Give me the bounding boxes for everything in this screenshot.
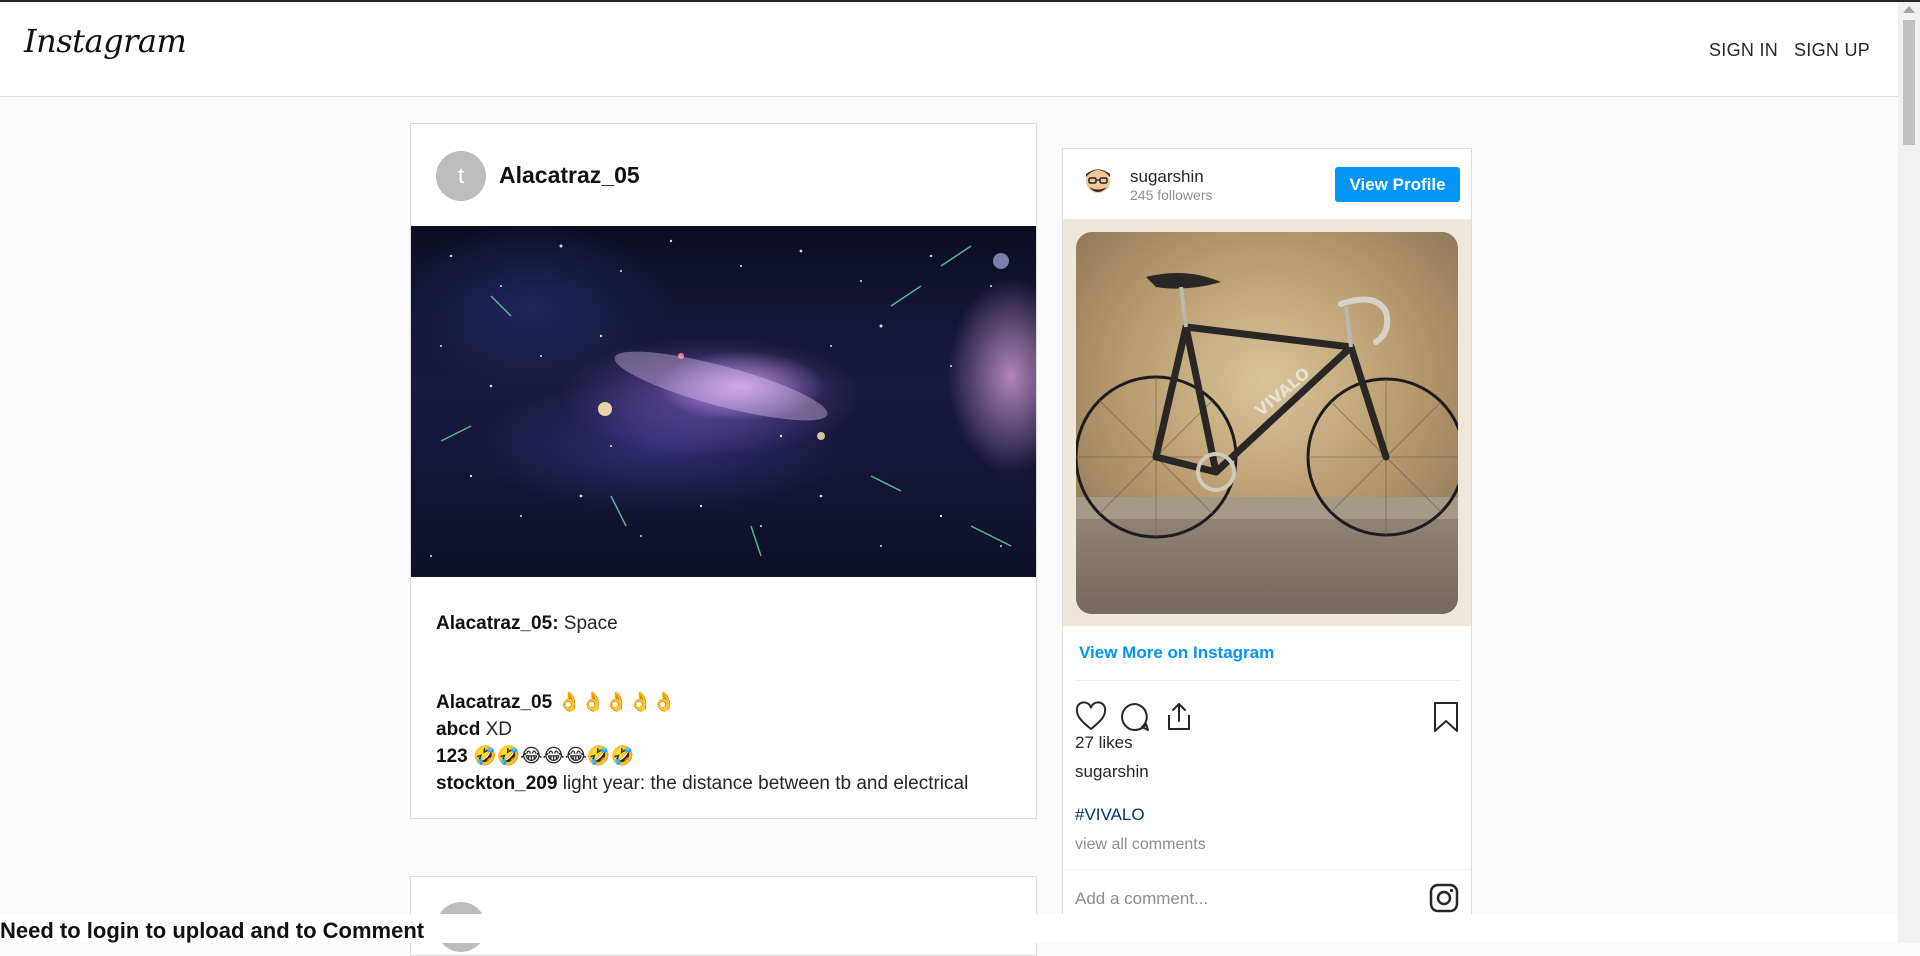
embed-divider [1075, 680, 1461, 681]
bookmark-icon[interactable] [1431, 701, 1461, 733]
login-required-message: Need to login to upload and to Comment [0, 918, 425, 943]
add-comment-input[interactable]: Add a comment... [1075, 889, 1208, 909]
comment-item: Alacatraz_05 👌👌👌👌👌 [436, 689, 968, 716]
instagram-embed-card: sugarshin 245 followers View Profile VIV… [1062, 148, 1472, 918]
sign-up-link[interactable]: SIGN UP [1794, 40, 1870, 61]
post-card: t Alacatraz_05 Alacatraz_05: Space Alaca… [410, 123, 1037, 819]
top-header: Instagram SIGN IN SIGN UP [0, 2, 1898, 97]
comment-username[interactable]: stockton_209 [436, 773, 557, 794]
view-profile-button[interactable]: View Profile [1335, 167, 1460, 202]
comment-icon[interactable] [1119, 701, 1151, 733]
comment-text: 👌👌👌👌👌 [552, 692, 676, 713]
post-caption: Alacatraz_05: Space [436, 613, 618, 635]
share-icon[interactable] [1163, 701, 1195, 733]
embed-divider-bottom [1063, 869, 1471, 870]
comment-username[interactable]: 123 [436, 746, 468, 767]
instagram-logo[interactable]: Instagram [24, 22, 187, 60]
hashtag-link[interactable]: #VIVALO [1075, 805, 1145, 825]
scrollbar-thumb[interactable] [1903, 20, 1915, 145]
sign-in-link[interactable]: SIGN IN [1709, 40, 1778, 61]
embed-photo[interactable]: VIVALO [1076, 232, 1458, 614]
embed-username[interactable]: sugarshin [1130, 167, 1204, 187]
likes-count[interactable]: 27 likes [1075, 733, 1133, 753]
scroll-up-arrow-icon[interactable] [1903, 6, 1915, 13]
view-all-comments-link[interactable]: view all comments [1075, 836, 1206, 854]
view-more-link[interactable]: View More on Instagram [1079, 643, 1274, 663]
comment-username[interactable]: abcd [436, 719, 480, 740]
comment-text: XD [480, 719, 513, 740]
caption-username[interactable]: Alacatraz_05: [436, 613, 559, 634]
comment-item: stockton_209 light year: the distance be… [436, 770, 968, 797]
embed-caption-username[interactable]: sugarshin [1075, 762, 1149, 782]
comment-text: 🤣🤣😂😂😂🤣🤣 [467, 746, 635, 767]
caption-text: Space [558, 613, 618, 634]
embed-avatar[interactable] [1083, 165, 1113, 197]
space-image-art [430, 239, 1012, 557]
comment-text: light year: the distance between tb and … [557, 773, 969, 794]
bicycle-illustration: VIVALO [1076, 273, 1458, 539]
comment-item: 123 🤣🤣😂😂😂🤣🤣 [436, 743, 968, 770]
comment-username[interactable]: Alacatraz_05 [436, 692, 552, 713]
heart-icon[interactable] [1075, 701, 1107, 733]
comment-item: abcd XD [436, 716, 968, 743]
post-avatar[interactable]: t [436, 151, 486, 201]
comment-list: Alacatraz_05 👌👌👌👌👌 abcd XD 123 🤣🤣😂😂😂🤣🤣 s… [436, 689, 968, 797]
post-image[interactable] [411, 226, 1036, 577]
instagram-icon[interactable] [1429, 883, 1459, 913]
embed-followers: 245 followers [1130, 187, 1213, 203]
embed-photo-frame: VIVALO [1063, 219, 1471, 626]
post-username[interactable]: Alacatraz_05 [499, 162, 640, 189]
